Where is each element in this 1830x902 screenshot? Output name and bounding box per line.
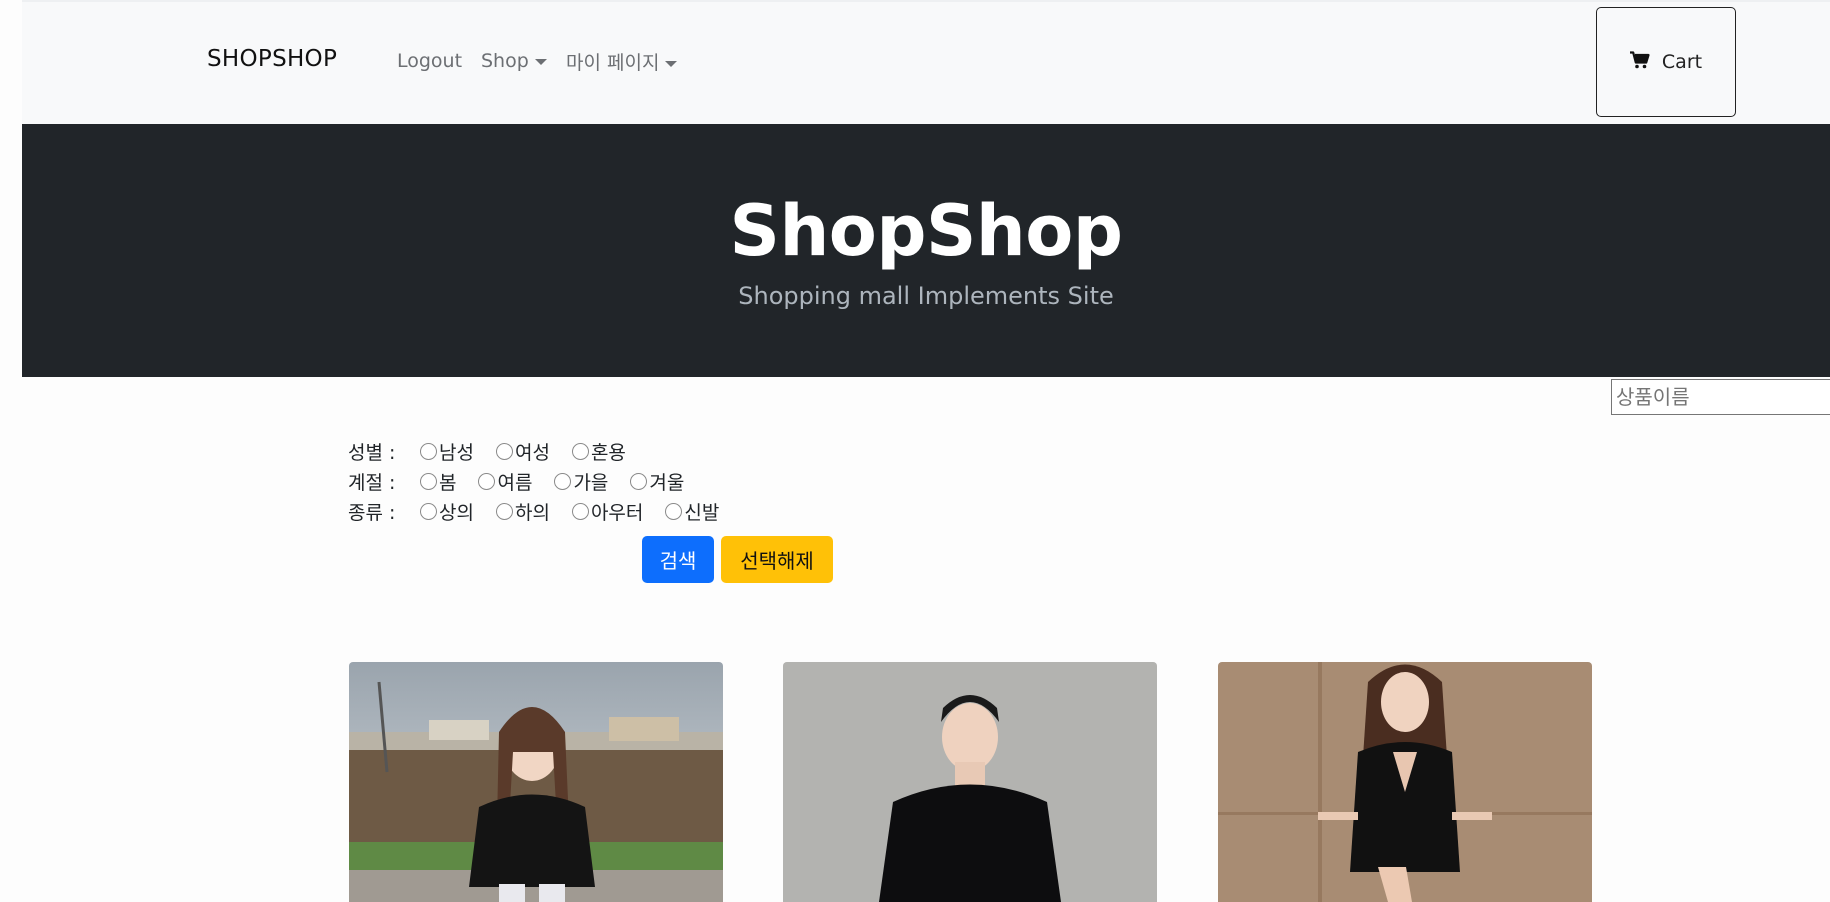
navbar: SHOPSHOP Logout Shop 마이 페이지 Cart — [22, 0, 1830, 124]
radio-icon[interactable] — [420, 503, 437, 520]
season-filter-row: 계절 : 봄 여름 가을 겨울 — [348, 468, 706, 495]
cart-label: Cart — [1661, 51, 1703, 73]
category-option-shoes[interactable]: 신발 — [665, 498, 719, 525]
radio-icon[interactable] — [665, 503, 683, 520]
option-label: 상의 — [439, 502, 474, 524]
option-label: 봄 — [439, 472, 457, 494]
radio-icon[interactable] — [571, 503, 589, 520]
nav-logout[interactable]: Logout — [397, 50, 462, 72]
season-filter-label: 계절 : — [348, 472, 396, 494]
product-card[interactable] — [349, 662, 723, 902]
product-image[interactable] — [783, 662, 1157, 902]
cart-button[interactable]: Cart — [1596, 7, 1736, 117]
category-option-outer[interactable]: 아우터 — [571, 498, 644, 525]
radio-icon[interactable] — [495, 443, 513, 460]
radio-icon[interactable] — [571, 443, 589, 460]
option-label: 하의 — [514, 502, 550, 524]
radio-icon[interactable] — [420, 443, 437, 460]
gender-filter-row: 성별 : 남성 여성 혼용 — [348, 438, 648, 465]
season-option-autumn[interactable]: 가을 — [554, 468, 608, 495]
season-option-spring[interactable]: 봄 — [420, 468, 456, 495]
radio-icon[interactable] — [478, 473, 496, 490]
option-label: 신발 — [684, 502, 720, 524]
option-label: 남성 — [439, 442, 474, 464]
option-label: 여름 — [497, 472, 533, 494]
product-card[interactable] — [783, 662, 1157, 902]
option-label: 가을 — [573, 472, 609, 494]
category-option-top[interactable]: 상의 — [420, 498, 474, 525]
brand-logo[interactable]: SHOPSHOP — [207, 46, 337, 72]
category-option-bottom[interactable]: 하의 — [495, 498, 550, 525]
nav-mypage-label: 마이 페이지 — [566, 52, 660, 74]
gender-option-female[interactable]: 여성 — [495, 438, 550, 465]
radio-icon[interactable] — [554, 473, 572, 490]
option-label: 아우터 — [590, 502, 644, 524]
cart-icon — [1629, 50, 1650, 74]
season-option-winter[interactable]: 겨울 — [630, 468, 684, 495]
caret-down-icon — [665, 60, 678, 67]
search-button[interactable]: 검색 — [642, 536, 714, 583]
gender-filter-label: 성별 : — [348, 442, 396, 464]
option-label: 겨울 — [649, 472, 685, 494]
category-filter-label: 종류 : — [348, 502, 396, 524]
nav-mypage-dropdown[interactable]: 마이 페이지 — [566, 48, 678, 75]
caret-down-icon — [534, 58, 547, 65]
product-name-search-input[interactable] — [1611, 379, 1830, 415]
hero-title: ShopShop — [729, 190, 1123, 272]
nav-shop-dropdown[interactable]: Shop — [481, 50, 547, 72]
product-card[interactable] — [1218, 662, 1592, 902]
gender-option-male[interactable]: 남성 — [420, 438, 474, 465]
nav-shop-label: Shop — [481, 50, 529, 72]
radio-icon[interactable] — [630, 473, 648, 490]
product-image[interactable] — [349, 662, 723, 902]
option-label: 여성 — [514, 442, 550, 464]
option-label: 혼용 — [590, 442, 626, 464]
radio-icon[interactable] — [495, 503, 513, 520]
clear-selection-button[interactable]: 선택해제 — [721, 536, 833, 583]
category-filter-row: 종류 : 상의 하의 아우터 신발 — [348, 498, 741, 525]
radio-icon[interactable] — [420, 473, 437, 490]
hero-subtitle: Shopping mall Implements Site — [738, 282, 1114, 310]
season-option-summer[interactable]: 여름 — [478, 468, 532, 495]
gender-option-unisex[interactable]: 혼용 — [571, 438, 626, 465]
hero-banner: ShopShop Shopping mall Implements Site — [22, 124, 1830, 377]
product-image[interactable] — [1218, 662, 1592, 902]
